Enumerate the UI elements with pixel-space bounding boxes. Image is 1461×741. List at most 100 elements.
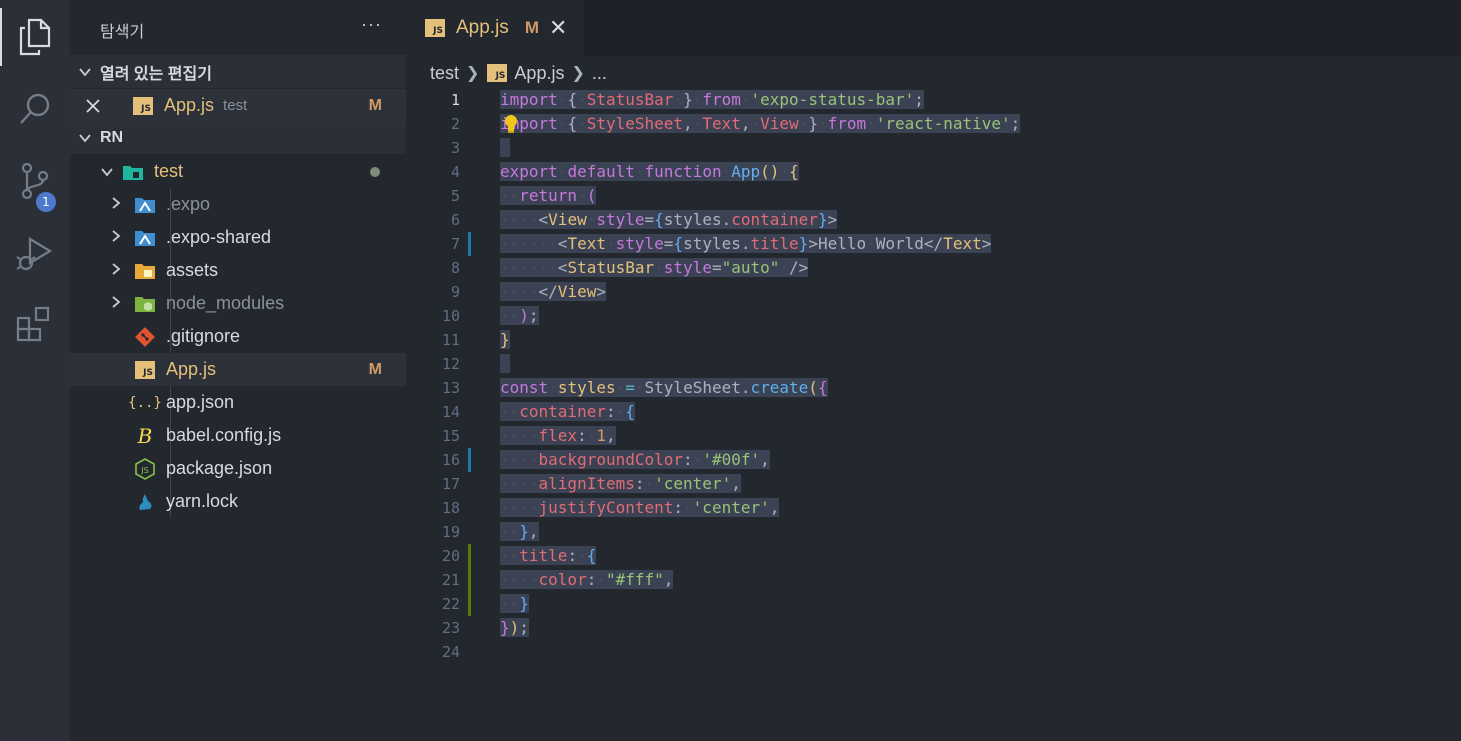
chevron-down-icon	[70, 165, 122, 179]
tree-item-expo-shared[interactable]: .expo-shared	[70, 221, 406, 254]
source-control-badge: 1	[34, 190, 58, 214]
node-folder-icon	[134, 293, 156, 315]
tree-item-label: App.js	[166, 359, 217, 379]
code-line: 21 ····color:·"#fff",	[406, 568, 1461, 592]
modified-badge: M	[524, 18, 539, 37]
tree-item-babel-config[interactable]: B babel.config.js	[70, 419, 406, 452]
babel-icon: B	[137, 423, 153, 448]
line-number: 13	[441, 379, 460, 397]
line-number: 11	[441, 331, 460, 349]
chevron-right-icon	[110, 293, 134, 314]
open-editors-section[interactable]: 열려 있는 편집기	[70, 55, 406, 88]
line-number: 6	[450, 211, 460, 229]
code-line: 15 ····flex:·1,	[406, 424, 1461, 448]
tree-item-package-json[interactable]: JS package.json	[70, 452, 406, 485]
code-text: });	[500, 618, 529, 637]
line-number: 5	[450, 187, 460, 205]
explorer-icon[interactable]	[0, 4, 70, 70]
chevron-right-icon: ❯	[571, 65, 585, 82]
line-number: 22	[441, 595, 460, 613]
breadcrumb-file[interactable]: App.js	[514, 63, 564, 84]
code-line: 18 ····justifyContent:·'center',	[406, 496, 1461, 520]
code-text	[500, 136, 510, 160]
close-icon[interactable]	[74, 98, 112, 113]
close-icon[interactable]: ✕	[549, 15, 567, 41]
tree-item-expo[interactable]: .expo	[70, 188, 406, 221]
assets-folder-icon	[134, 260, 156, 282]
tree-item-label: assets	[166, 260, 219, 280]
tree-item-label: .gitignore	[166, 326, 241, 346]
code-line: 17 ····alignItems:·'center',	[406, 472, 1461, 496]
extensions-icon[interactable]	[0, 292, 70, 358]
line-number: 1	[450, 91, 460, 109]
tree-item-label: babel.config.js	[166, 425, 282, 445]
expo-folder-icon	[134, 194, 156, 216]
line-number: 18	[441, 499, 460, 517]
tree-item-gitignore[interactable]: .gitignore	[70, 320, 406, 353]
line-number: 21	[441, 571, 460, 589]
open-editor-filename: App.js	[164, 95, 215, 115]
folder-test[interactable]: test	[70, 155, 406, 188]
line-number: 10	[441, 307, 460, 325]
code-line: 23});	[406, 616, 1461, 640]
code-line: 3	[406, 136, 1461, 160]
js-file-icon: JS	[134, 359, 156, 381]
run-debug-icon[interactable]	[0, 220, 70, 286]
code-line: 2 import·{·StyleSheet,·Text,·View·}·from·…	[406, 112, 1461, 136]
chevron-right-icon	[110, 260, 134, 281]
code-text: ····</View>	[500, 282, 606, 301]
workspace-section[interactable]: RN	[70, 121, 406, 154]
code-line: 7 ······<Text·style={styles.title}>Hello·…	[406, 232, 1461, 256]
line-number: 7	[450, 235, 460, 253]
tree-item-app-json[interactable]: {..} app.json	[70, 386, 406, 419]
tree-item-yarn-lock[interactable]: yarn.lock	[70, 485, 406, 518]
line-number: 15	[441, 427, 460, 445]
expo-folder-icon	[134, 227, 156, 249]
code-text: export·default·function·App()·{	[500, 162, 799, 181]
tree-item-label: app.json	[166, 392, 235, 412]
lightbulb-icon[interactable]	[501, 112, 521, 136]
tree-item-assets[interactable]: assets	[70, 254, 406, 287]
line-number: 8	[450, 259, 460, 277]
tree-item-label: .expo-shared	[166, 227, 272, 247]
line-number: 3	[450, 139, 460, 157]
code-text: ····<View·style={styles.container}>	[500, 210, 838, 229]
code-text: ····flex:·1,	[500, 426, 616, 445]
source-control-icon[interactable]: 1	[0, 148, 70, 214]
breadcrumb-symbol[interactable]: ...	[592, 63, 607, 84]
breadcrumb: test ❯ JS App.js ❯ ...	[430, 60, 607, 86]
yarn-icon	[134, 491, 156, 513]
breadcrumb-folder[interactable]: test	[430, 63, 459, 84]
js-file-icon: JS	[486, 62, 508, 84]
git-gutter-added	[468, 592, 471, 616]
code-text: ······<StatusBar·style="auto"·/>	[500, 258, 809, 277]
code-line: 10 ··);	[406, 304, 1461, 328]
chevron-down-icon	[70, 65, 100, 79]
line-number: 14	[441, 403, 460, 421]
chevron-down-icon	[70, 131, 100, 145]
code-line: 14 ··container:·{	[406, 400, 1461, 424]
code-line: 20 ··title:·{	[406, 544, 1461, 568]
tree-item-node-modules[interactable]: node_modules	[70, 287, 406, 320]
open-editor-item[interactable]: JS App.js test M	[70, 89, 406, 122]
tree-item-app-js[interactable]: JS App.js M	[70, 353, 406, 386]
more-actions-button[interactable]: ···	[361, 14, 382, 35]
line-number: 4	[450, 163, 460, 181]
explorer-sidebar: 탐색기 ··· 열려 있는 편집기 JS App.js test M RN te…	[70, 0, 406, 741]
code-text: const·styles·=·StyleSheet.create({	[500, 378, 828, 397]
search-icon[interactable]	[0, 76, 70, 142]
code-text: ····justifyContent:·'center',	[500, 498, 780, 517]
js-file-icon: JS	[424, 17, 446, 39]
code-text: ····alignItems:·'center',	[500, 474, 741, 493]
code-line: 16 ····backgroundColor:·'#00f',	[406, 448, 1461, 472]
modified-badge: M	[368, 96, 382, 114]
tree-item-label: .expo	[166, 194, 211, 214]
workspace-header: RN	[100, 128, 124, 146]
code-line: 24	[406, 640, 1461, 664]
code-line: 19 ··},	[406, 520, 1461, 544]
code-text: ······<Text·style={styles.title}>Hello·W…	[500, 234, 992, 253]
tab-app-js[interactable]: JS App.js M ✕	[406, 0, 584, 56]
code-line: 4 export·default·function·App()·{	[406, 160, 1461, 184]
code-line: 12	[406, 352, 1461, 376]
code-line: 13 const·styles·=·StyleSheet.create({	[406, 376, 1461, 400]
